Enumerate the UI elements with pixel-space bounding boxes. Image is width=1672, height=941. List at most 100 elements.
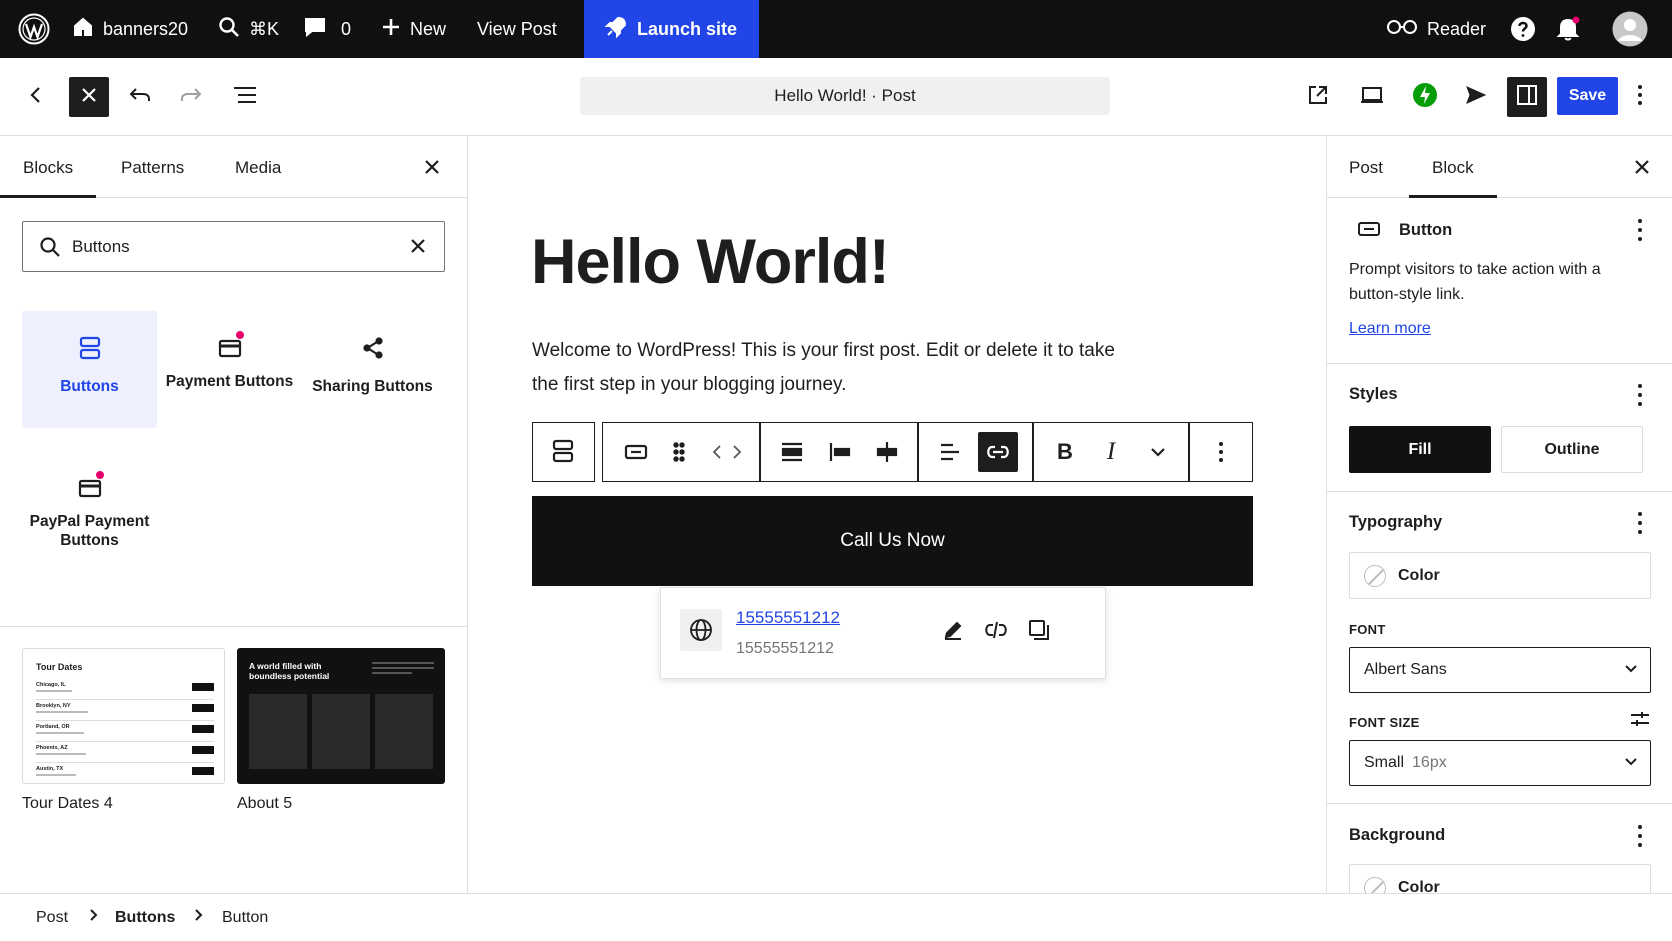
styles-options-kebab-icon[interactable]: [1637, 384, 1643, 406]
settings-toggle-button[interactable]: [1507, 77, 1547, 117]
font-size-settings-icon[interactable]: [1629, 710, 1651, 733]
close-sidebar-icon[interactable]: [1633, 158, 1651, 181]
new-content-link[interactable]: New: [381, 0, 446, 58]
learn-more-link[interactable]: Learn more: [1349, 320, 1431, 338]
chevron-right-icon: [88, 908, 98, 926]
font-family-select[interactable]: Albert Sans: [1349, 647, 1651, 693]
publish-send-button[interactable]: [1456, 77, 1496, 117]
buttons-block-icon: [552, 439, 574, 468]
preview-image: [312, 694, 370, 769]
pattern-preview-tour-dates[interactable]: Tour Dates Chicago, IL Brooklyn, NY Port…: [22, 648, 225, 784]
button-text: Call Us Now: [840, 530, 945, 551]
copy-link-icon[interactable]: [1024, 615, 1054, 645]
command-search-button[interactable]: ⌘K: [218, 0, 279, 58]
block-search-input[interactable]: Buttons: [22, 221, 445, 272]
drag-handle-icon[interactable]: [663, 436, 695, 468]
document-title: Hello World! · Post: [774, 86, 916, 105]
justify-left-icon[interactable]: [824, 436, 856, 468]
tab-media[interactable]: Media: [235, 158, 281, 178]
preview-device-button[interactable]: [1352, 77, 1392, 117]
post-paragraph[interactable]: Welcome to WordPress! This is your first…: [532, 334, 1122, 402]
view-post-button[interactable]: [1298, 77, 1338, 117]
block-options-kebab-icon[interactable]: [1205, 436, 1237, 468]
undo-button[interactable]: [120, 77, 160, 117]
tab-patterns[interactable]: Patterns: [121, 158, 184, 178]
site-home-link[interactable]: banners20: [72, 0, 188, 58]
align-full-width-icon[interactable]: [776, 436, 808, 468]
breadcrumb-buttons[interactable]: Buttons: [115, 909, 175, 927]
comments-link[interactable]: 0: [304, 0, 351, 58]
style-outline-button[interactable]: Outline: [1501, 426, 1643, 473]
move-left-right-icon[interactable]: [704, 436, 750, 468]
reader-link[interactable]: Reader: [1386, 0, 1486, 58]
style-fill-button[interactable]: Fill: [1349, 426, 1491, 473]
typography-heading: Typography: [1349, 513, 1443, 531]
external-link-icon: [1307, 84, 1329, 111]
block-item-buttons[interactable]: Buttons: [22, 311, 157, 428]
block-item-paypal-payment-buttons[interactable]: PayPal Payment Buttons: [22, 451, 157, 591]
text-align-icon[interactable]: [934, 436, 966, 468]
italic-button[interactable]: I: [1095, 436, 1127, 468]
preview-image: [249, 694, 307, 769]
chevron-down-icon[interactable]: [1142, 436, 1174, 468]
pattern-preview-about[interactable]: A world filled with boundless potential: [237, 648, 445, 784]
sidebar-icon: [1516, 84, 1538, 111]
launch-site-button[interactable]: Launch site: [584, 0, 760, 58]
edit-link-pencil-icon[interactable]: [938, 615, 968, 645]
bold-button[interactable]: B: [1049, 436, 1081, 468]
close-inserter-icon[interactable]: [423, 158, 441, 181]
background-color-control[interactable]: Color: [1349, 864, 1651, 893]
select-parent-buttons-block[interactable]: [532, 422, 595, 482]
document-overview-button[interactable]: [225, 77, 265, 117]
link-url[interactable]: 15555551212: [736, 608, 840, 628]
toolbar-separator: [1032, 423, 1034, 481]
font-size-label: FONT SIZE: [1349, 715, 1420, 730]
tab-block[interactable]: Block: [1432, 158, 1474, 178]
jetpack-icon: [1412, 82, 1438, 113]
link-preview-popover: 15555551212 15555551212: [660, 587, 1106, 679]
block-description: Prompt visitors to take action with a bu…: [1349, 261, 1601, 303]
notifications-bell-icon[interactable]: [1556, 0, 1580, 58]
preview-image: [375, 694, 433, 769]
block-item-sharing-buttons[interactable]: Sharing Buttons: [305, 311, 440, 428]
rocket-icon: [604, 15, 628, 44]
undo-icon: [128, 85, 152, 110]
help-icon[interactable]: [1510, 0, 1536, 58]
call-us-now-button-block[interactable]: Call Us Now: [532, 496, 1253, 586]
tab-blocks[interactable]: Blocks: [23, 158, 73, 178]
unlink-icon[interactable]: [981, 615, 1011, 645]
document-title-bar[interactable]: Hello World! · Post: [580, 77, 1110, 115]
toolbar-separator: [759, 423, 761, 481]
back-button[interactable]: [16, 77, 56, 117]
active-tab-indicator: [0, 195, 96, 198]
block-inserter-panel: Blocks Patterns Media Buttons Buttons Pa…: [0, 136, 468, 893]
font-size-select[interactable]: Small 16px: [1349, 740, 1651, 786]
post-title[interactable]: Hello World!: [531, 226, 890, 298]
preview-row-city: Phoenix, AZ: [36, 745, 68, 751]
avatar[interactable]: [1612, 0, 1648, 58]
search-icon: [218, 16, 240, 43]
clear-search-icon[interactable]: [410, 238, 426, 259]
save-button[interactable]: Save: [1557, 77, 1618, 115]
redo-button[interactable]: [171, 77, 211, 117]
wordpress-logo-icon[interactable]: [18, 0, 50, 58]
background-options-kebab-icon[interactable]: [1637, 825, 1643, 847]
close-inserter-button[interactable]: [69, 77, 109, 117]
plus-icon: [381, 17, 401, 42]
typography-options-kebab-icon[interactable]: [1637, 512, 1643, 534]
block-options-kebab-icon[interactable]: [1637, 219, 1643, 241]
tab-post[interactable]: Post: [1349, 158, 1383, 178]
link-icon[interactable]: [978, 432, 1018, 472]
new-label: New: [410, 18, 447, 39]
text-color-control[interactable]: Color: [1349, 552, 1651, 599]
font-size-value: Small 16px: [1364, 754, 1447, 772]
justify-center-icon[interactable]: [871, 436, 903, 468]
jetpack-button[interactable]: [1405, 77, 1445, 117]
button-block-icon[interactable]: [620, 436, 652, 468]
more-options-button[interactable]: [1620, 77, 1660, 117]
block-item-payment-buttons[interactable]: Payment Buttons: [162, 311, 297, 428]
preview-row-city: Portland, OR: [36, 724, 70, 730]
premium-dot: [95, 471, 104, 479]
view-post-link[interactable]: View Post: [477, 0, 557, 58]
breadcrumb-post[interactable]: Post: [36, 909, 68, 927]
